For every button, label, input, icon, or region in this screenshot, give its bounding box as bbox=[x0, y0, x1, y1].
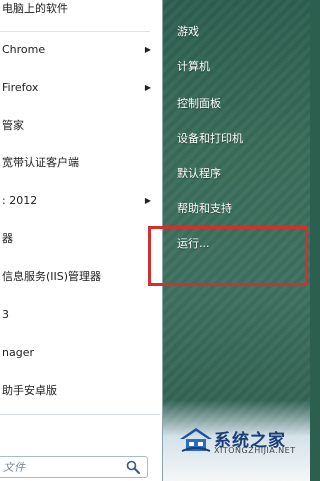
system-item-devices-printers[interactable]: 设备和打印机 bbox=[177, 127, 307, 151]
program-label: nager bbox=[2, 346, 34, 359]
program-label: : 2012 bbox=[2, 194, 38, 207]
divider bbox=[0, 414, 160, 415]
program-label: 信息服务(IIS)管理器 bbox=[2, 270, 102, 283]
recent-programs-header: 电脑上的软件 bbox=[2, 2, 68, 15]
program-label: Chrome bbox=[2, 43, 46, 56]
program-item-firefox[interactable]: Firefox ▶ bbox=[0, 76, 163, 100]
system-item-default-programs[interactable]: 默认程序 bbox=[177, 162, 307, 186]
program-label: 3 bbox=[2, 308, 9, 321]
program-label: Firefox bbox=[2, 81, 39, 94]
system-item-games[interactable]: 游戏 bbox=[177, 20, 307, 44]
system-item-help-support[interactable]: 帮助和支持 bbox=[177, 197, 307, 221]
system-item-control-panel[interactable]: 控制面板 bbox=[177, 92, 307, 116]
program-label: 宽带认证客户端 bbox=[2, 156, 79, 169]
house-logo-icon bbox=[180, 428, 212, 452]
program-label: 管家 bbox=[2, 119, 24, 132]
search-placeholder: 文件 bbox=[3, 461, 25, 474]
triangle-right-icon[interactable]: ▶ bbox=[145, 76, 151, 100]
program-item-3[interactable]: 3 bbox=[0, 303, 163, 327]
program-item-manager[interactable]: nager bbox=[0, 341, 163, 365]
program-label: 器 bbox=[2, 232, 13, 245]
start-menu-programs-pane: 电脑上的软件 Chrome ▶ Firefox ▶ 管家 宽带认证客户端 : 2… bbox=[0, 0, 163, 481]
triangle-right-icon[interactable]: ▶ bbox=[145, 189, 151, 213]
program-item-iis-manager[interactable]: 信息服务(IIS)管理器 bbox=[0, 265, 163, 289]
triangle-right-icon[interactable]: ▶ bbox=[145, 38, 151, 62]
program-item-broadband-client[interactable]: 宽带认证客户端 bbox=[0, 151, 163, 175]
system-item-computer[interactable]: 计算机 bbox=[177, 55, 307, 79]
program-item-android-assistant[interactable]: 助手安卓版 bbox=[0, 379, 163, 403]
program-item-2012[interactable]: : 2012 ▶ bbox=[0, 189, 163, 213]
program-item-chrome[interactable]: Chrome ▶ bbox=[0, 38, 163, 62]
program-label: 助手安卓版 bbox=[2, 384, 57, 397]
search-input[interactable]: 文件 bbox=[0, 456, 148, 478]
divider bbox=[0, 31, 150, 32]
highlight-box bbox=[148, 226, 308, 286]
program-item-guanjia[interactable]: 管家 bbox=[0, 114, 163, 138]
program-item-qi[interactable]: 器 bbox=[0, 227, 163, 251]
watermark-url: XITONGZHIJIA.NET bbox=[214, 446, 296, 455]
magnifier-icon[interactable] bbox=[125, 459, 141, 475]
